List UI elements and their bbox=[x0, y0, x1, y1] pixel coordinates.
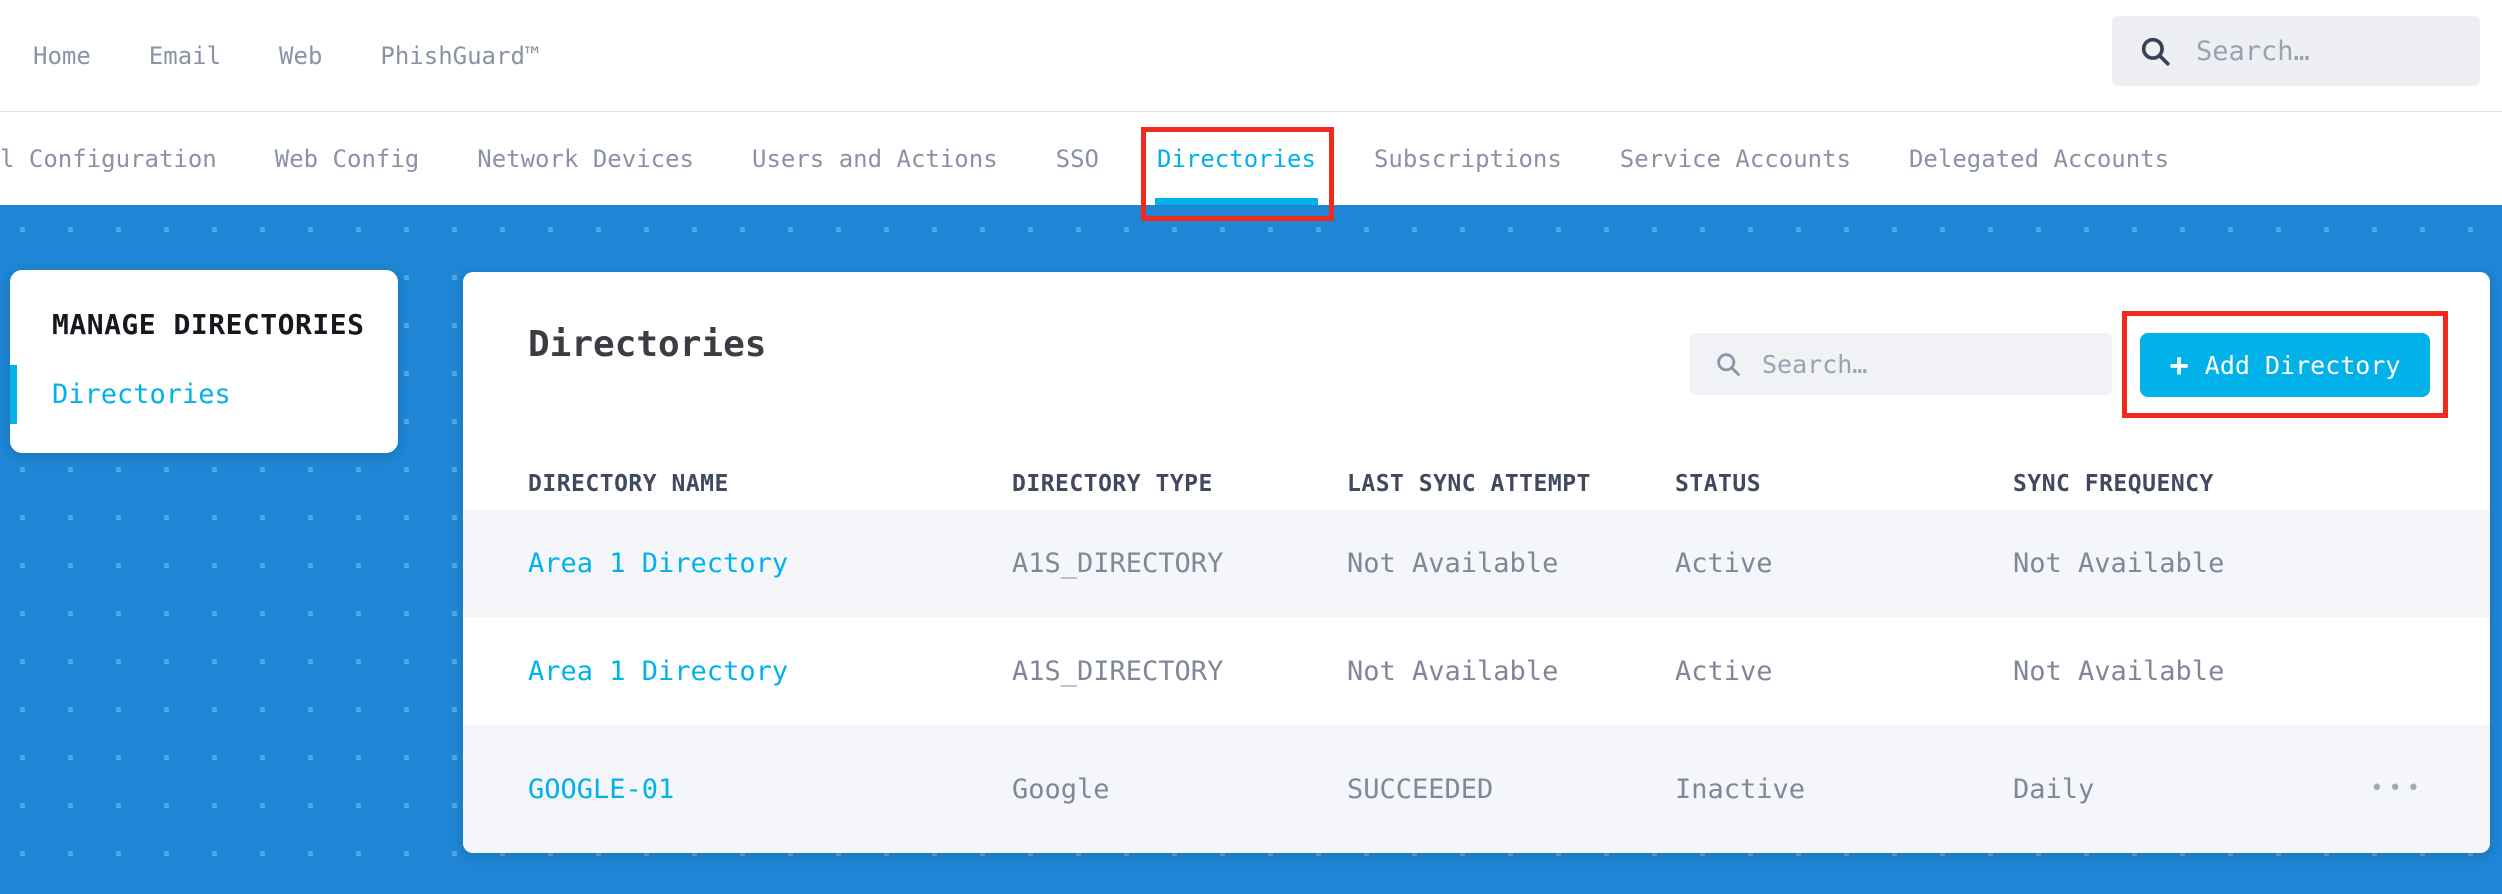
status-value: Active bbox=[1675, 548, 2013, 579]
last-sync-value: Not Available bbox=[1347, 548, 1675, 579]
tab-label: Service Accounts bbox=[1620, 145, 1851, 173]
table-header-row: DIRECTORY NAME DIRECTORY TYPE LAST SYNC … bbox=[463, 457, 2490, 510]
directories-panel: Directories + Add Directory DIRECTORY NA… bbox=[463, 272, 2490, 853]
tab-configuration[interactable]: l Configuration bbox=[0, 113, 217, 205]
nav-item-email[interactable]: Email bbox=[149, 42, 221, 70]
directory-name-link[interactable]: Area 1 Directory bbox=[528, 656, 1012, 687]
sidebar-title: MANAGE DIRECTORIES bbox=[52, 308, 398, 341]
tab-network-devices[interactable]: Network Devices bbox=[477, 113, 694, 205]
add-directory-button[interactable]: + Add Directory bbox=[2140, 333, 2430, 397]
tab-label: SSO bbox=[1056, 145, 1099, 173]
directory-type-value: Google bbox=[1012, 774, 1347, 805]
tab-delegated-accounts[interactable]: Delegated Accounts bbox=[1909, 113, 2169, 205]
column-header-status: STATUS bbox=[1675, 471, 2013, 497]
directories-table: DIRECTORY NAME DIRECTORY TYPE LAST SYNC … bbox=[463, 457, 2490, 853]
column-header-sync-frequency: SYNC FREQUENCY bbox=[2013, 471, 2365, 497]
table-row: Area 1 Directory A1S_DIRECTORY Not Avail… bbox=[463, 617, 2490, 725]
settings-tab-bar: l Configuration Web Config Network Devic… bbox=[0, 113, 2502, 205]
plus-icon: + bbox=[2170, 349, 2189, 381]
directories-search-input[interactable] bbox=[1762, 350, 2042, 379]
tab-label: Web Config bbox=[275, 145, 420, 173]
tab-label: Delegated Accounts bbox=[1909, 145, 2169, 173]
table-row: Area 1 Directory A1S_DIRECTORY Not Avail… bbox=[463, 510, 2490, 617]
sync-frequency-value: Not Available bbox=[2013, 548, 2365, 579]
tab-service-accounts[interactable]: Service Accounts bbox=[1620, 113, 1851, 205]
status-value: Active bbox=[1675, 656, 2013, 687]
global-search-input[interactable] bbox=[2196, 36, 2436, 67]
directory-name-link[interactable]: Area 1 Directory bbox=[528, 548, 1012, 579]
table-row: GOOGLE-01 Google SUCCEEDED Inactive Dail… bbox=[463, 725, 2490, 853]
tab-label: l Configuration bbox=[0, 145, 217, 173]
search-icon bbox=[1714, 350, 1742, 378]
overflow-menu-icon[interactable]: ••• bbox=[2370, 778, 2425, 800]
tab-label: Users and Actions bbox=[752, 145, 998, 173]
last-sync-value: SUCCEEDED bbox=[1347, 774, 1675, 805]
add-directory-label: Add Directory bbox=[2205, 351, 2401, 380]
tab-web-config[interactable]: Web Config bbox=[275, 113, 420, 205]
tab-label: Network Devices bbox=[477, 145, 694, 173]
status-value: Inactive bbox=[1675, 774, 2013, 805]
tab-label: Subscriptions bbox=[1374, 145, 1562, 173]
search-icon bbox=[2138, 34, 2172, 68]
tab-label: Directories bbox=[1157, 145, 1316, 173]
global-search-box[interactable] bbox=[2112, 16, 2480, 86]
active-tab-underline bbox=[1155, 198, 1318, 205]
column-header-directory-name: DIRECTORY NAME bbox=[528, 471, 1012, 497]
sync-frequency-value: Not Available bbox=[2013, 656, 2365, 687]
tab-directories[interactable]: Directories bbox=[1157, 113, 1316, 205]
top-nav-items: Home Email Web PhishGuard™ bbox=[33, 42, 539, 70]
sync-frequency-value: Daily bbox=[2013, 774, 2365, 805]
nav-item-home[interactable]: Home bbox=[33, 42, 91, 70]
column-header-directory-type: DIRECTORY TYPE bbox=[1012, 471, 1347, 497]
top-nav: Home Email Web PhishGuard™ bbox=[0, 0, 2502, 112]
directory-type-value: A1S_DIRECTORY bbox=[1012, 656, 1347, 687]
page-title: Directories bbox=[528, 324, 766, 365]
active-item-indicator bbox=[10, 365, 17, 424]
nav-item-phishguard[interactable]: PhishGuard™ bbox=[380, 42, 539, 70]
column-header-last-sync-attempt: LAST SYNC ATTEMPT bbox=[1347, 471, 1675, 497]
directories-search-box[interactable] bbox=[1690, 333, 2112, 395]
sidebar-item-label: Directories bbox=[52, 379, 231, 410]
tab-users-and-actions[interactable]: Users and Actions bbox=[752, 113, 998, 205]
tab-subscriptions[interactable]: Subscriptions bbox=[1374, 113, 1562, 205]
last-sync-value: Not Available bbox=[1347, 656, 1675, 687]
sidebar-item-directories[interactable]: Directories bbox=[10, 369, 398, 420]
manage-directories-card: MANAGE DIRECTORIES Directories bbox=[10, 270, 398, 453]
directory-type-value: A1S_DIRECTORY bbox=[1012, 548, 1347, 579]
nav-item-web[interactable]: Web bbox=[279, 42, 322, 70]
tab-sso[interactable]: SSO bbox=[1056, 113, 1099, 205]
directory-name-link[interactable]: GOOGLE-01 bbox=[528, 774, 1012, 805]
